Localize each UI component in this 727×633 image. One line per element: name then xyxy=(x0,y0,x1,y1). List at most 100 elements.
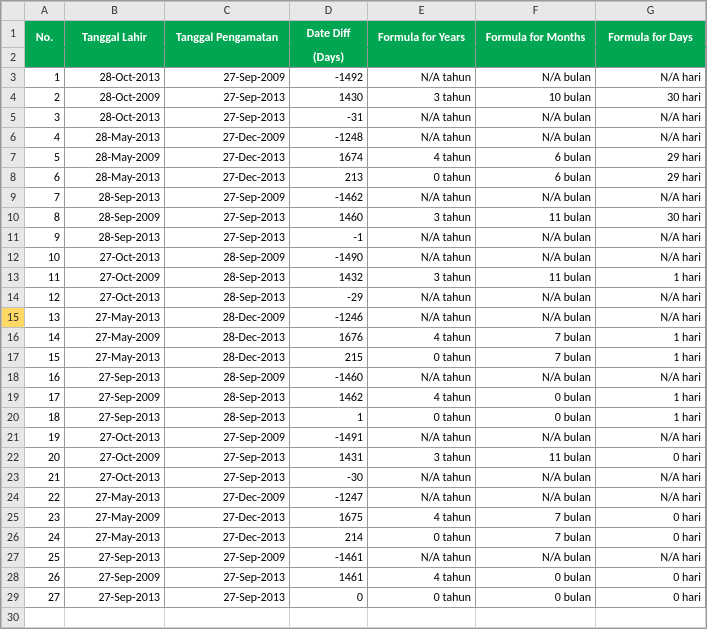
cell-tanggal-pengamatan[interactable]: 28-Sep-2013 xyxy=(165,408,290,428)
cell-tanggal-pengamatan[interactable]: 27-Sep-2013 xyxy=(165,208,290,228)
row-25[interactable]: 25 xyxy=(2,508,25,528)
cell-years[interactable]: N/A tahun xyxy=(368,108,476,128)
row-8[interactable]: 8 xyxy=(2,168,25,188)
cell-date-diff[interactable]: -30 xyxy=(290,468,368,488)
col-A[interactable]: A xyxy=(25,2,65,21)
cell-years[interactable]: N/A tahun xyxy=(368,468,476,488)
cell-years[interactable]: N/A tahun xyxy=(368,548,476,568)
cell-days[interactable]: 1 hari xyxy=(596,328,706,348)
cell-no[interactable]: 24 xyxy=(25,528,65,548)
cell-years[interactable]: 4 tahun xyxy=(368,388,476,408)
cell-no[interactable]: 21 xyxy=(25,468,65,488)
header-D-bot[interactable]: (Days) xyxy=(290,48,368,68)
cell-no[interactable]: 10 xyxy=(25,248,65,268)
cell-tanggal-pengamatan[interactable]: 27-Sep-2009 xyxy=(165,428,290,448)
cell-tanggal-lahir[interactable]: 27-Oct-2009 xyxy=(65,268,165,288)
cell-months[interactable]: 7 bulan xyxy=(476,528,596,548)
select-all-corner[interactable] xyxy=(2,2,25,21)
cell-years[interactable]: 4 tahun xyxy=(368,328,476,348)
cell-no[interactable]: 15 xyxy=(25,348,65,368)
empty-cell[interactable] xyxy=(476,608,596,628)
cell-tanggal-lahir[interactable]: 28-Sep-2013 xyxy=(65,188,165,208)
cell-date-diff[interactable]: 213 xyxy=(290,168,368,188)
cell-tanggal-lahir[interactable]: 27-May-2013 xyxy=(65,528,165,548)
col-D[interactable]: D xyxy=(290,2,368,21)
cell-years[interactable]: 4 tahun xyxy=(368,568,476,588)
cell-months[interactable]: 0 bulan xyxy=(476,388,596,408)
cell-years[interactable]: N/A tahun xyxy=(368,428,476,448)
cell-days[interactable]: N/A hari xyxy=(596,548,706,568)
cell-days[interactable]: 0 hari xyxy=(596,508,706,528)
cell-years[interactable]: N/A tahun xyxy=(368,68,476,88)
header-G-top[interactable]: Formula for Days xyxy=(596,21,706,48)
cell-tanggal-pengamatan[interactable]: 28-Dec-2013 xyxy=(165,348,290,368)
cell-years[interactable]: 3 tahun xyxy=(368,208,476,228)
cell-years[interactable]: 3 tahun xyxy=(368,448,476,468)
cell-tanggal-lahir[interactable]: 27-Sep-2013 xyxy=(65,368,165,388)
cell-months[interactable]: 11 bulan xyxy=(476,448,596,468)
cell-no[interactable]: 12 xyxy=(25,288,65,308)
cell-months[interactable]: N/A bulan xyxy=(476,188,596,208)
cell-years[interactable]: N/A tahun xyxy=(368,228,476,248)
cell-date-diff[interactable]: 1 xyxy=(290,408,368,428)
cell-years[interactable]: 4 tahun xyxy=(368,148,476,168)
cell-years[interactable]: 0 tahun xyxy=(368,588,476,608)
col-E[interactable]: E xyxy=(368,2,476,21)
cell-tanggal-lahir[interactable]: 28-May-2013 xyxy=(65,128,165,148)
cell-no[interactable]: 3 xyxy=(25,108,65,128)
col-C[interactable]: C xyxy=(165,2,290,21)
row-26[interactable]: 26 xyxy=(2,528,25,548)
cell-days[interactable]: N/A hari xyxy=(596,428,706,448)
row-20[interactable]: 20 xyxy=(2,408,25,428)
grid[interactable]: A B C D E F G 1No.Tanggal LahirTanggal P… xyxy=(1,1,706,628)
cell-tanggal-lahir[interactable]: 28-May-2009 xyxy=(65,148,165,168)
empty-cell[interactable] xyxy=(165,608,290,628)
cell-days[interactable]: 0 hari xyxy=(596,528,706,548)
cell-years[interactable]: N/A tahun xyxy=(368,488,476,508)
cell-no[interactable]: 18 xyxy=(25,408,65,428)
header-D-top[interactable]: Date Diff xyxy=(290,21,368,48)
row-3[interactable]: 3 xyxy=(2,68,25,88)
cell-tanggal-pengamatan[interactable]: 28-Dec-2009 xyxy=(165,308,290,328)
cell-tanggal-pengamatan[interactable]: 27-Sep-2013 xyxy=(165,228,290,248)
cell-date-diff[interactable]: 1676 xyxy=(290,328,368,348)
header-E-bot[interactable] xyxy=(368,48,476,68)
cell-date-diff[interactable]: 1431 xyxy=(290,448,368,468)
header-C-top[interactable]: Tanggal Pengamatan xyxy=(165,21,290,48)
cell-months[interactable]: N/A bulan xyxy=(476,288,596,308)
cell-years[interactable]: 3 tahun xyxy=(368,88,476,108)
cell-tanggal-lahir[interactable]: 27-Sep-2009 xyxy=(65,388,165,408)
header-G-bot[interactable] xyxy=(596,48,706,68)
cell-days[interactable]: 29 hari xyxy=(596,148,706,168)
cell-date-diff[interactable]: -1248 xyxy=(290,128,368,148)
row-24[interactable]: 24 xyxy=(2,488,25,508)
cell-tanggal-pengamatan[interactable]: 27-Dec-2013 xyxy=(165,508,290,528)
cell-months[interactable]: N/A bulan xyxy=(476,248,596,268)
cell-years[interactable]: 0 tahun xyxy=(368,408,476,428)
cell-tanggal-lahir[interactable]: 27-Oct-2013 xyxy=(65,288,165,308)
cell-no[interactable]: 20 xyxy=(25,448,65,468)
cell-date-diff[interactable]: 1461 xyxy=(290,568,368,588)
cell-days[interactable]: 30 hari xyxy=(596,208,706,228)
cell-months[interactable]: 11 bulan xyxy=(476,208,596,228)
row-19[interactable]: 19 xyxy=(2,388,25,408)
cell-no[interactable]: 26 xyxy=(25,568,65,588)
cell-tanggal-pengamatan[interactable]: 27-Sep-2009 xyxy=(165,68,290,88)
row-13[interactable]: 13 xyxy=(2,268,25,288)
row-23[interactable]: 23 xyxy=(2,468,25,488)
cell-months[interactable]: 0 bulan xyxy=(476,568,596,588)
col-B[interactable]: B xyxy=(65,2,165,21)
cell-no[interactable]: 6 xyxy=(25,168,65,188)
row-5[interactable]: 5 xyxy=(2,108,25,128)
cell-days[interactable]: N/A hari xyxy=(596,488,706,508)
row-10[interactable]: 10 xyxy=(2,208,25,228)
cell-date-diff[interactable]: -1246 xyxy=(290,308,368,328)
cell-tanggal-lahir[interactable]: 28-Sep-2013 xyxy=(65,228,165,248)
cell-months[interactable]: N/A bulan xyxy=(476,128,596,148)
cell-years[interactable]: 0 tahun xyxy=(368,168,476,188)
cell-no[interactable]: 19 xyxy=(25,428,65,448)
cell-days[interactable]: 29 hari xyxy=(596,168,706,188)
cell-tanggal-pengamatan[interactable]: 27-Dec-2013 xyxy=(165,168,290,188)
cell-no[interactable]: 25 xyxy=(25,548,65,568)
cell-months[interactable]: N/A bulan xyxy=(476,428,596,448)
